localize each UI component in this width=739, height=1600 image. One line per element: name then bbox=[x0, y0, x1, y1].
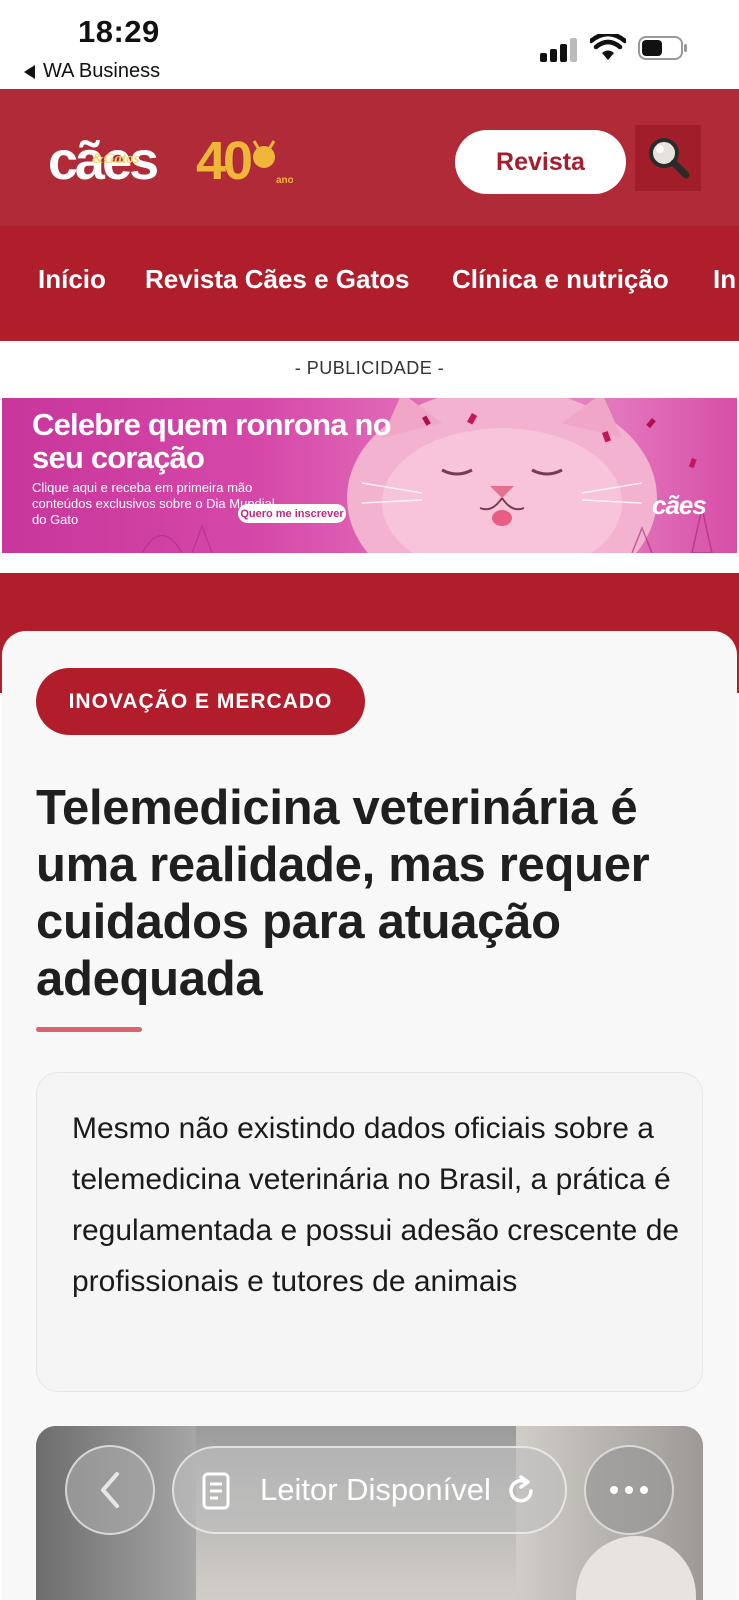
ad-headline: Celebre quem ronrona no seu coração bbox=[32, 407, 392, 475]
svg-text:&Gatos: &Gatos bbox=[92, 151, 140, 167]
article-summary: Mesmo não existindo dados oficiais sobre… bbox=[72, 1112, 680, 1298]
title-underline bbox=[36, 1027, 142, 1032]
article-title: Telemedicina veterinária é uma realidade… bbox=[36, 781, 650, 1006]
article-summary-box: Mesmo não existindo dados oficiais sobre… bbox=[36, 1072, 703, 1392]
svg-text:40: 40 bbox=[196, 131, 251, 189]
status-time: 18:29 bbox=[78, 14, 160, 49]
reader-available-label: Leitor Disponível bbox=[260, 1472, 490, 1507]
back-app-label: WA Business bbox=[43, 60, 161, 82]
browser-back-button[interactable] bbox=[65, 1445, 155, 1535]
reader-document-icon bbox=[202, 1472, 230, 1510]
nav-item-inicio[interactable]: Início bbox=[38, 264, 106, 295]
nav-item-inovacao[interactable]: In bbox=[713, 264, 736, 295]
revista-button[interactable]: Revista bbox=[455, 130, 626, 194]
cellular-signal-icon bbox=[540, 38, 578, 62]
battery-icon bbox=[638, 36, 687, 60]
search-button[interactable] bbox=[635, 125, 701, 191]
ad-label: - PUBLICIDADE - bbox=[294, 358, 445, 378]
more-dot-icon bbox=[610, 1486, 618, 1494]
ad-subscribe-button[interactable]: Quero me inscrever bbox=[238, 504, 346, 523]
chevron-left-icon bbox=[101, 1472, 119, 1508]
caes-e-gatos-logo[interactable]: cães &Gatos 40 anos bbox=[48, 131, 293, 189]
back-to-app-link[interactable]: WA Business bbox=[24, 60, 160, 83]
reload-icon[interactable] bbox=[504, 1474, 538, 1508]
ad-banner[interactable]: Celebre quem ronrona no seu coração Cliq… bbox=[2, 398, 737, 553]
reader-mode-pill[interactable]: Leitor Disponível bbox=[172, 1446, 567, 1534]
more-options-button[interactable] bbox=[584, 1445, 674, 1535]
category-badge[interactable]: INOVAÇÃO E MERCADO bbox=[36, 668, 365, 735]
status-bar: 18:29 WA Business bbox=[0, 0, 739, 89]
wifi-icon bbox=[590, 34, 626, 60]
ad-brand-logo: cães bbox=[652, 490, 707, 520]
more-dot-icon bbox=[625, 1486, 633, 1494]
svg-text:anos: anos bbox=[276, 175, 293, 186]
more-dot-icon bbox=[640, 1486, 648, 1494]
nav-item-revista[interactable]: Revista Cães e Gatos bbox=[145, 264, 409, 295]
magnifier-icon bbox=[649, 138, 690, 179]
back-triangle-icon bbox=[24, 64, 35, 79]
main-nav: Início Revista Cães e Gatos Clínica e nu… bbox=[0, 226, 739, 341]
site-header: cães &Gatos 40 anos Revista bbox=[0, 89, 739, 226]
nav-item-clinica[interactable]: Clínica e nutrição bbox=[452, 264, 669, 295]
